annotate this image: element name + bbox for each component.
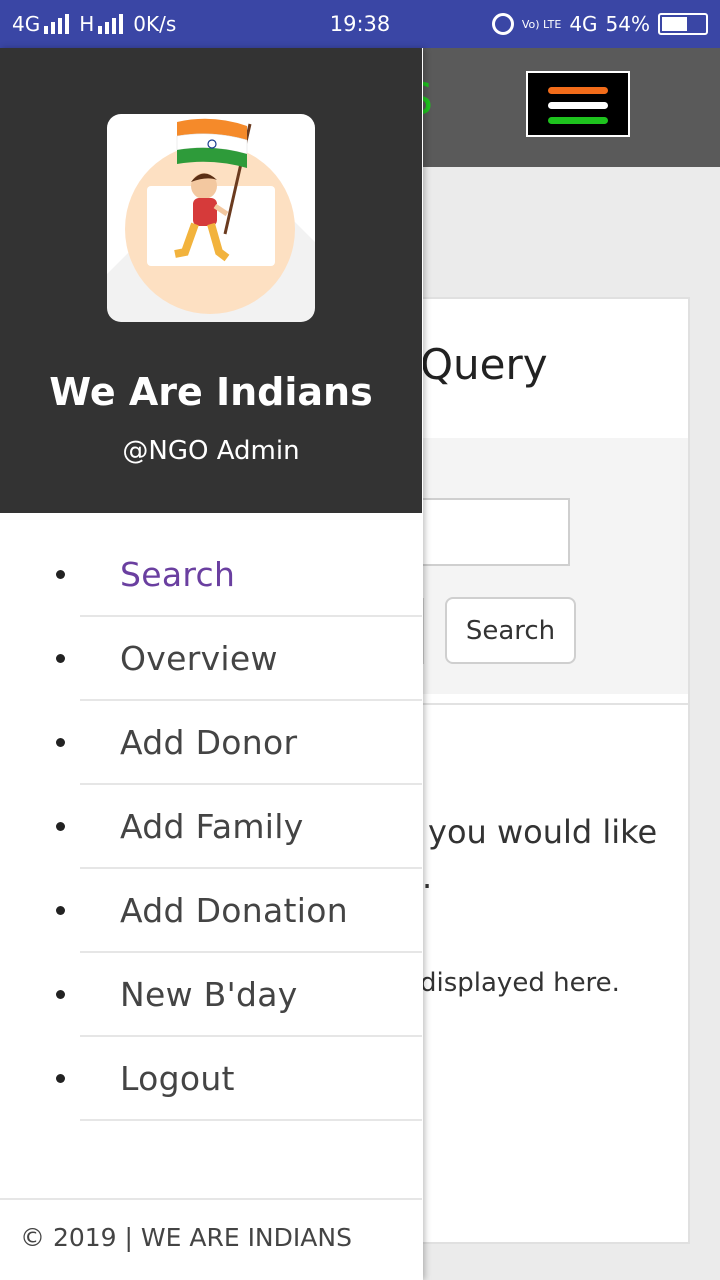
drawer-app-name: We Are Indians [49,370,373,414]
card-instruction-end: . [422,858,433,896]
bullet-icon [56,654,65,663]
menu-link-add-donor[interactable]: Add Donor [80,701,422,785]
menu-link-new-bday[interactable]: New B'day [80,953,422,1037]
hamburger-line-green [548,117,608,124]
footer-divider [0,1198,422,1200]
menu-item-overview[interactable]: Overview [0,617,422,701]
menu-link-search[interactable]: Search [80,533,422,617]
battery-icon [658,13,708,35]
card-results-text: displayed here. [420,968,620,998]
status-right: Vo) LTE 4G 54% [491,12,708,36]
drawer-footer: © 2019 | WE ARE INDIANS [20,1223,352,1252]
card-divider [402,703,688,705]
drawer-user-handle: @NGO Admin [122,436,300,466]
menu-item-add-donor[interactable]: Add Donor [0,701,422,785]
network-type-3: 4G [569,12,598,36]
drawer-header: We Are Indians @NGO Admin [0,48,422,513]
menu-item-add-donation[interactable]: Add Donation [0,869,422,953]
battery-percent: 54% [605,12,650,36]
alarm-icon [491,13,514,35]
bullet-icon [56,822,65,831]
menu-item-logout[interactable]: Logout [0,1037,422,1121]
hamburger-line-white [548,102,608,109]
bullet-icon [56,990,65,999]
menu-link-add-family[interactable]: Add Family [80,785,422,869]
bullet-icon [56,1074,65,1083]
volte-label: Vo) LTE [521,17,562,31]
hamburger-menu-button[interactable] [526,71,630,137]
menu-link-add-donation[interactable]: Add Donation [80,869,422,953]
status-bar: 4G H 0K/s 19:38 Vo) LTE 4G 54% [0,0,720,48]
hamburger-line-orange [548,87,608,94]
navigation-drawer: We Are Indians @NGO Admin Search Overvie… [0,48,423,1280]
menu-item-new-bday[interactable]: New B'day [0,953,422,1037]
menu-item-add-family[interactable]: Add Family [0,785,422,869]
search-input[interactable] [400,498,570,566]
bullet-icon [56,738,65,747]
app-logo [107,114,315,322]
card-title: Query [420,340,548,389]
menu-link-logout[interactable]: Logout [80,1037,422,1121]
search-button[interactable]: Search [445,597,576,664]
bullet-icon [56,570,65,579]
bullet-icon [56,906,65,915]
flag-boy-icon [174,118,252,262]
menu-item-search[interactable]: Search [0,533,422,617]
drawer-menu: Search Overview Add Donor Add Family Add… [0,533,422,1121]
menu-link-overview[interactable]: Overview [80,617,422,701]
card-instruction-text: you would like [428,813,658,851]
